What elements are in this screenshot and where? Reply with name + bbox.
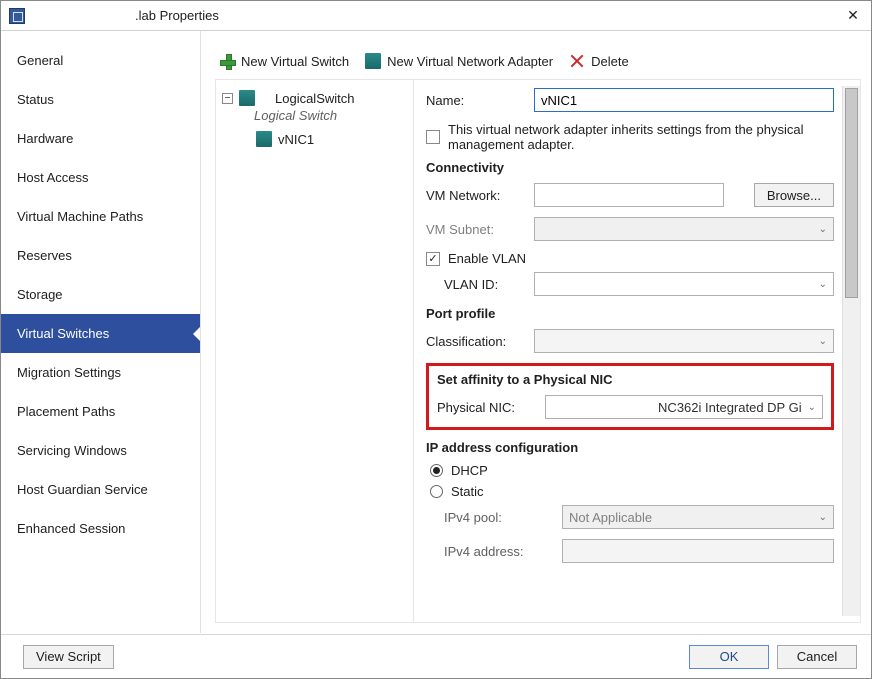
port-profile-header: Port profile: [426, 306, 834, 321]
static-radio[interactable]: [430, 485, 443, 498]
chevron-down-icon: ⌄: [819, 279, 827, 290]
scrollbar[interactable]: [842, 86, 860, 616]
titlebar: .lab Properties ✕: [1, 1, 871, 31]
tree-root-label: LogicalSwitch: [275, 91, 355, 106]
chevron-down-icon: ⌄: [808, 402, 816, 413]
tree-root[interactable]: − LogicalSwitch: [220, 88, 409, 108]
nav-hardware[interactable]: Hardware: [1, 119, 200, 158]
inherit-checkbox[interactable]: [426, 130, 440, 144]
close-icon[interactable]: ✕: [843, 5, 863, 25]
ip-config-header: IP address configuration: [426, 440, 834, 455]
tree-child-label: vNIC1: [278, 132, 314, 147]
browse-button[interactable]: Browse...: [754, 183, 834, 207]
nav-virtual-switches[interactable]: Virtual Switches: [1, 314, 200, 353]
tree-root-type: Logical Switch: [254, 108, 409, 123]
vm-subnet-label: VM Subnet:: [426, 222, 526, 237]
nav-host-guardian[interactable]: Host Guardian Service: [1, 470, 200, 509]
nav-enhanced-session[interactable]: Enhanced Session: [1, 509, 200, 548]
toolbar: New Virtual Switch New Virtual Network A…: [215, 49, 861, 80]
delete-icon: [569, 53, 585, 69]
nav-host-access[interactable]: Host Access: [1, 158, 200, 197]
nav-servicing-windows[interactable]: Servicing Windows: [1, 431, 200, 470]
vm-network-input[interactable]: [534, 183, 724, 207]
name-input[interactable]: [534, 88, 834, 112]
new-adapter-label: New Virtual Network Adapter: [387, 54, 553, 69]
ipv4-pool-dropdown: Not Applicable ⌄: [562, 505, 834, 529]
ipv4-pool-value: Not Applicable: [569, 510, 813, 525]
physical-nic-value: NC362i Integrated DP Gi: [658, 400, 802, 415]
new-switch-label: New Virtual Switch: [241, 54, 349, 69]
app-icon: [9, 8, 25, 24]
nav-general[interactable]: General: [1, 41, 200, 80]
nav-status[interactable]: Status: [1, 80, 200, 119]
adapter-form: Name: This virtual network adapter inher…: [414, 80, 860, 622]
plus-icon: [219, 53, 235, 69]
nic-icon: [365, 53, 381, 69]
classification-dropdown[interactable]: ⌄: [534, 329, 834, 353]
nav-reserves[interactable]: Reserves: [1, 236, 200, 275]
ipv4-address-label: IPv4 address:: [444, 544, 554, 559]
physical-nic-label: Physical NIC:: [437, 400, 537, 415]
nav-migration-settings[interactable]: Migration Settings: [1, 353, 200, 392]
delete-label: Delete: [591, 54, 629, 69]
vlan-id-dropdown[interactable]: ⌄: [534, 272, 834, 296]
inherit-label: This virtual network adapter inherits se…: [448, 122, 834, 152]
dhcp-label: DHCP: [451, 463, 488, 478]
tree-child-vnic1[interactable]: vNIC1: [254, 127, 409, 151]
nic-icon: [256, 131, 272, 147]
expander-icon[interactable]: −: [222, 93, 233, 104]
affinity-header: Set affinity to a Physical NIC: [437, 372, 823, 387]
left-nav: General Status Hardware Host Access Virt…: [1, 31, 201, 633]
nav-vm-paths[interactable]: Virtual Machine Paths: [1, 197, 200, 236]
new-virtual-adapter-button[interactable]: New Virtual Network Adapter: [365, 53, 553, 69]
dhcp-radio[interactable]: [430, 464, 443, 477]
static-label: Static: [451, 484, 484, 499]
chevron-down-icon: ⌄: [819, 512, 827, 523]
physical-nic-dropdown[interactable]: NC362i Integrated DP Gi ⌄: [545, 395, 823, 419]
connectivity-header: Connectivity: [426, 160, 834, 175]
dhcp-radio-row[interactable]: DHCP: [430, 463, 834, 478]
nav-placement-paths[interactable]: Placement Paths: [1, 392, 200, 431]
delete-button[interactable]: Delete: [569, 53, 629, 69]
nav-storage[interactable]: Storage: [1, 275, 200, 314]
ok-button[interactable]: OK: [689, 645, 769, 669]
switch-tree: − LogicalSwitch Logical Switch vNIC1: [216, 80, 414, 622]
view-script-button[interactable]: View Script: [23, 645, 114, 669]
ipv4-pool-label: IPv4 pool:: [444, 510, 554, 525]
vm-subnet-dropdown: ⌄: [534, 217, 834, 241]
button-bar: View Script OK Cancel: [1, 634, 871, 678]
enable-vlan-label: Enable VLAN: [448, 251, 526, 266]
enable-vlan-checkbox[interactable]: ✓: [426, 252, 440, 266]
classification-label: Classification:: [426, 334, 526, 349]
vm-network-label: VM Network:: [426, 188, 526, 203]
ipv4-address-input: [562, 539, 834, 563]
window-title: .lab Properties: [135, 8, 219, 23]
scrollbar-thumb[interactable]: [845, 88, 858, 298]
chevron-down-icon: ⌄: [819, 224, 827, 235]
cancel-button[interactable]: Cancel: [777, 645, 857, 669]
new-virtual-switch-button[interactable]: New Virtual Switch: [219, 53, 349, 69]
name-label: Name:: [426, 93, 526, 108]
vlan-id-label: VLAN ID:: [444, 277, 526, 292]
inherit-checkbox-row[interactable]: This virtual network adapter inherits se…: [426, 122, 834, 152]
chevron-down-icon: ⌄: [819, 336, 827, 347]
enable-vlan-row[interactable]: ✓ Enable VLAN: [426, 251, 834, 266]
affinity-highlight: Set affinity to a Physical NIC Physical …: [426, 363, 834, 430]
static-radio-row[interactable]: Static: [430, 484, 834, 499]
switch-icon: [239, 90, 255, 106]
